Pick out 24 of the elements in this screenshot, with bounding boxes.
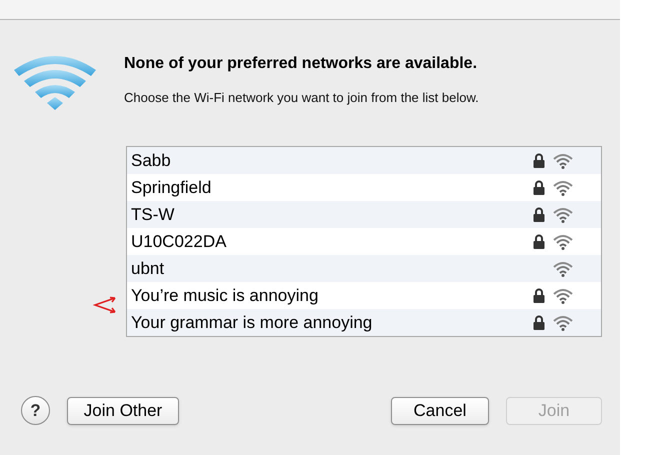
annotation-arrow-drawing [93, 296, 117, 314]
network-name: ubnt [131, 258, 166, 280]
network-row[interactable]: TS-W [127, 201, 601, 228]
dialog-message: Choose the Wi-Fi network you want to join from the list below. [124, 89, 479, 107]
network-name: U10C022DA [131, 230, 228, 253]
wifi-signal-icon [553, 234, 573, 250]
network-name: TS-W [131, 204, 176, 226]
wifi-signal-icon [553, 288, 573, 304]
wifi-signal-icon [553, 180, 573, 196]
network-row[interactable]: ubnt [127, 255, 601, 282]
wifi-signal-icon [553, 314, 573, 330]
dialog-heading: None of your preferred networks are available. [124, 54, 478, 74]
cancel-button[interactable]: Cancel [391, 396, 489, 424]
network-name: Springfield [131, 176, 212, 199]
network-row[interactable]: Your grammar is more annoying [127, 309, 601, 336]
network-name: Sabb [131, 150, 172, 172]
wifi-signal-icon [553, 152, 573, 168]
network-name: Your grammar is more annoying [131, 312, 374, 334]
network-row[interactable]: Sabb [127, 147, 601, 174]
network-name: You’re music is annoying [131, 284, 320, 307]
wifi-signal-icon [553, 260, 573, 276]
help-button[interactable]: ? [21, 396, 50, 425]
wifi-signal-icon [553, 206, 573, 222]
join-other-button[interactable]: Join Other [67, 396, 179, 424]
